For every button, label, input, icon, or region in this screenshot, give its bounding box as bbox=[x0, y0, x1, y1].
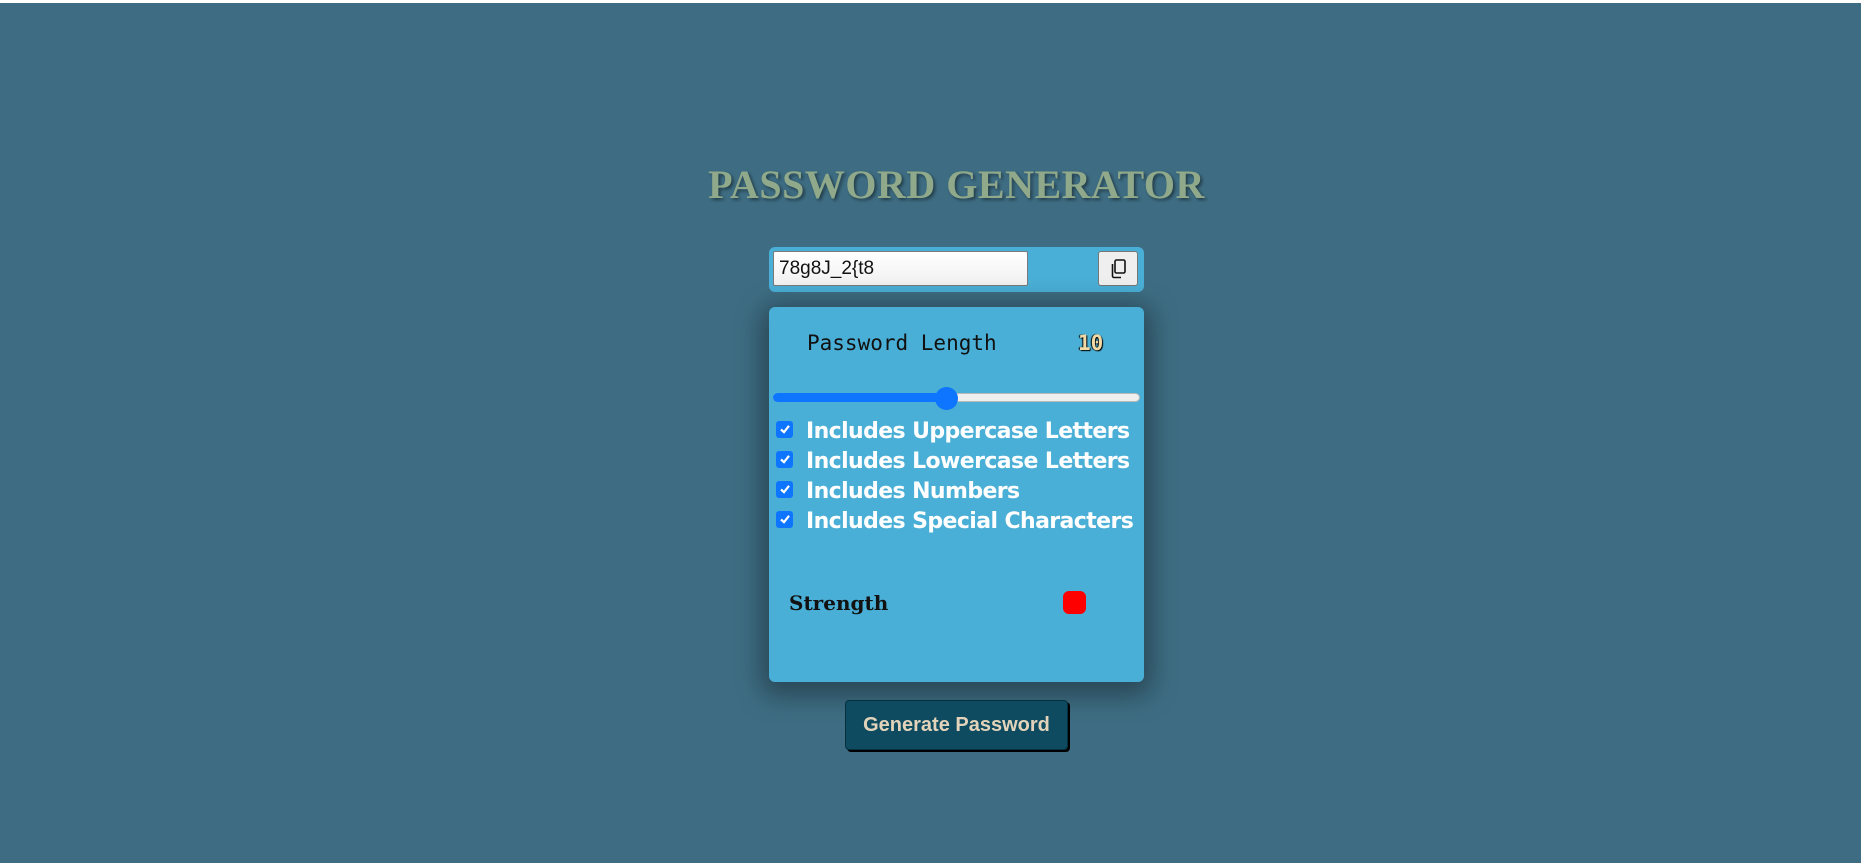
settings-panel: Password Length 10 Includes Uppercase Le… bbox=[769, 307, 1144, 682]
lowercase-label: Includes Lowercase Letters bbox=[806, 448, 1130, 474]
password-length-label: Password Length bbox=[807, 331, 997, 355]
options-list: Includes Uppercase Letters Includes Lowe… bbox=[776, 416, 1134, 536]
password-display bbox=[769, 247, 1144, 292]
length-slider[interactable] bbox=[773, 387, 1140, 410]
strength-indicator bbox=[1063, 591, 1086, 614]
option-lowercase[interactable]: Includes Lowercase Letters bbox=[776, 446, 1133, 476]
numbers-checkbox[interactable] bbox=[776, 480, 793, 498]
checkmark-icon bbox=[779, 515, 790, 524]
uppercase-label: Includes Uppercase Letters bbox=[806, 418, 1130, 444]
password-length-value: 10 bbox=[1078, 331, 1104, 355]
numbers-label: Includes Numbers bbox=[806, 478, 1020, 504]
special-checkbox[interactable] bbox=[776, 510, 793, 528]
slider-fill bbox=[773, 393, 947, 402]
lowercase-checkbox[interactable] bbox=[776, 450, 793, 468]
password-input[interactable] bbox=[773, 251, 1028, 286]
copy-button[interactable] bbox=[1098, 251, 1138, 286]
copy-icon bbox=[1109, 258, 1127, 279]
checkmark-icon bbox=[779, 455, 790, 464]
special-label: Includes Special Characters bbox=[806, 508, 1134, 534]
checkmark-icon bbox=[779, 425, 790, 434]
generate-password-button[interactable]: Generate Password bbox=[845, 700, 1068, 750]
slider-thumb[interactable] bbox=[935, 387, 959, 410]
uppercase-checkbox[interactable] bbox=[776, 420, 793, 438]
strength-label: Strength bbox=[789, 591, 889, 615]
page-title: PASSWORD GENERATOR bbox=[708, 162, 1205, 207]
option-special[interactable]: Includes Special Characters bbox=[776, 506, 1134, 536]
option-numbers[interactable]: Includes Numbers bbox=[776, 476, 1133, 506]
checkmark-icon bbox=[779, 485, 790, 494]
option-uppercase[interactable]: Includes Uppercase Letters bbox=[776, 416, 1133, 446]
